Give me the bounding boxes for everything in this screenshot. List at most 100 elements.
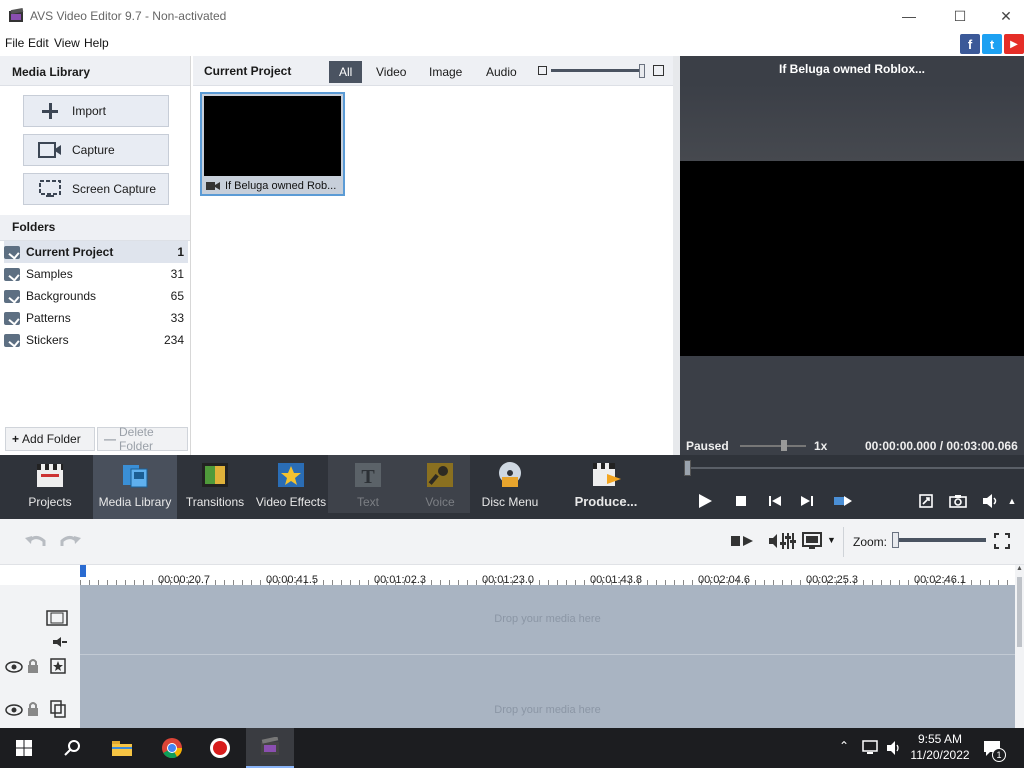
volume-dropdown-button[interactable]: ▲ xyxy=(1005,490,1019,512)
preview-screen[interactable] xyxy=(680,161,1024,356)
chrome-button[interactable] xyxy=(148,728,196,768)
thumbnail-size-handle[interactable] xyxy=(639,64,645,78)
capture-button[interactable]: Capture xyxy=(23,134,169,166)
stop-button[interactable] xyxy=(730,490,752,512)
next-frame-button[interactable] xyxy=(796,490,818,512)
panel-splitter[interactable] xyxy=(673,56,680,456)
twitter-icon[interactable]: t xyxy=(982,34,1002,54)
video-effects-button[interactable]: Video Effects xyxy=(251,455,331,519)
menu-edit[interactable]: Edit xyxy=(28,36,49,50)
window-title: AVS Video Editor 9.7 - Non-activated xyxy=(30,9,227,23)
effects-track[interactable]: Drop your media here xyxy=(80,656,1015,728)
tab-image[interactable]: Image xyxy=(419,61,472,83)
preview-letterbox-top xyxy=(680,84,1024,161)
trim-button[interactable] xyxy=(832,490,854,512)
avs-video-editor-taskbar-button[interactable] xyxy=(246,728,294,768)
menu-view[interactable]: View xyxy=(54,36,80,50)
folder-current-project[interactable]: Current Project 1 xyxy=(4,241,188,263)
scroll-up-icon[interactable]: ▲ xyxy=(1016,565,1023,572)
maximize-button[interactable]: ☐ xyxy=(937,0,983,32)
delete-folder-button[interactable]: — Delete Folder xyxy=(97,425,188,453)
text-button[interactable]: T Text xyxy=(328,455,408,519)
tab-video[interactable]: Video xyxy=(366,61,416,83)
transitions-button[interactable]: Transitions xyxy=(175,455,255,519)
add-folder-button[interactable]: + Add Folder xyxy=(5,427,95,451)
seek-bar-handle[interactable] xyxy=(684,460,691,476)
video-preview-frame xyxy=(204,96,341,176)
produce-button[interactable]: Produce... xyxy=(566,455,646,519)
snapshot-button[interactable] xyxy=(947,490,969,512)
search-button[interactable] xyxy=(48,728,96,768)
folder-backgrounds[interactable]: Backgrounds 65 xyxy=(4,285,188,307)
volume-tray-icon[interactable] xyxy=(886,740,902,756)
play-button[interactable] xyxy=(694,490,716,512)
minimize-button[interactable]: — xyxy=(886,0,932,32)
speed-slider[interactable] xyxy=(740,445,806,447)
split-icon[interactable] xyxy=(730,533,754,549)
facebook-icon[interactable]: f xyxy=(960,34,980,54)
recorder-button[interactable] xyxy=(196,728,244,768)
lock-icon[interactable] xyxy=(27,701,39,717)
thumbnail-size-slider[interactable] xyxy=(551,69,643,72)
seek-bar[interactable] xyxy=(684,467,1024,469)
title-bar: AVS Video Editor 9.7 - Non-activated — ☐… xyxy=(0,0,1024,32)
eye-icon[interactable] xyxy=(5,704,23,716)
media-item-thumbnail[interactable]: If Beluga owned Rob... xyxy=(200,92,345,196)
show-hidden-icons-button[interactable]: ⌃ xyxy=(839,739,849,753)
timeline-ruler[interactable]: 00:00:20.7 00:00:41.5 00:01:02.3 00:01:2… xyxy=(80,565,1015,586)
zoom-slider-handle[interactable] xyxy=(892,532,899,548)
overlay-track-icon xyxy=(50,700,66,718)
track-headers xyxy=(0,585,80,728)
speed-slider-handle[interactable] xyxy=(781,440,787,451)
tab-audio[interactable]: Audio xyxy=(476,61,527,83)
scrollbar-thumb[interactable] xyxy=(1017,577,1022,647)
large-thumbnail-icon[interactable] xyxy=(653,65,664,76)
media-library-button[interactable]: Media Library xyxy=(93,455,177,519)
lock-icon[interactable] xyxy=(27,658,39,674)
volume-button[interactable] xyxy=(980,490,1002,512)
eye-icon[interactable] xyxy=(5,661,23,673)
plus-icon xyxy=(38,101,62,121)
tab-all[interactable]: All xyxy=(329,61,363,83)
start-button[interactable] xyxy=(0,728,48,768)
timeline-tracks[interactable]: Drop your media here Drop your media her… xyxy=(80,585,1015,728)
folder-name: Patterns xyxy=(26,311,71,325)
projects-button[interactable]: Projects xyxy=(10,455,90,519)
previous-frame-button[interactable] xyxy=(764,490,786,512)
small-thumbnail-icon[interactable] xyxy=(538,66,547,75)
close-button[interactable]: ✕ xyxy=(983,0,1024,32)
video-track[interactable]: Drop your media here xyxy=(80,585,1015,655)
redo-icon[interactable] xyxy=(58,532,82,550)
undo-icon[interactable] xyxy=(24,532,48,550)
speaker-icon[interactable] xyxy=(52,636,68,648)
voice-button[interactable]: Voice xyxy=(400,455,480,519)
preview-panel: If Beluga owned Roblox... Paused 1x 00:0… xyxy=(680,56,1024,456)
clock-time[interactable]: 9:55 AM xyxy=(916,732,964,746)
fit-timeline-icon[interactable] xyxy=(994,533,1010,549)
current-project-title: Current Project xyxy=(204,64,292,78)
folder-patterns[interactable]: Patterns 33 xyxy=(4,307,188,329)
playhead-marker[interactable] xyxy=(80,565,86,577)
clock-date[interactable]: 11/20/2022 xyxy=(910,748,970,762)
file-explorer-button[interactable] xyxy=(98,728,146,768)
timeline-scrollbar[interactable]: ▲ xyxy=(1015,565,1024,728)
disc-menu-button[interactable]: Disc Menu xyxy=(470,455,550,519)
youtube-icon[interactable]: ▶ xyxy=(1004,34,1024,54)
screen-capture-button[interactable]: Screen Capture xyxy=(23,173,169,205)
menu-help[interactable]: Help xyxy=(84,36,109,50)
media-item-caption-row: If Beluga owned Rob... xyxy=(204,178,341,194)
folder-stickers[interactable]: Stickers 234 xyxy=(4,329,188,351)
storyboard-icon[interactable] xyxy=(802,532,824,550)
folder-samples[interactable]: Samples 31 xyxy=(4,263,188,285)
video-camera-icon xyxy=(206,182,220,190)
folder-count: 234 xyxy=(163,333,184,347)
zoom-slider[interactable] xyxy=(892,538,986,542)
fullscreen-button[interactable] xyxy=(915,490,937,512)
chevron-down-icon[interactable]: ▼ xyxy=(827,535,836,545)
network-icon[interactable] xyxy=(862,740,880,756)
import-button[interactable]: Import xyxy=(23,95,169,127)
audio-mixer-icon[interactable] xyxy=(768,531,796,551)
menu-file[interactable]: File xyxy=(5,36,24,50)
preview-title: If Beluga owned Roblox... xyxy=(778,62,925,76)
disc-menu-label: Disc Menu xyxy=(481,495,539,509)
